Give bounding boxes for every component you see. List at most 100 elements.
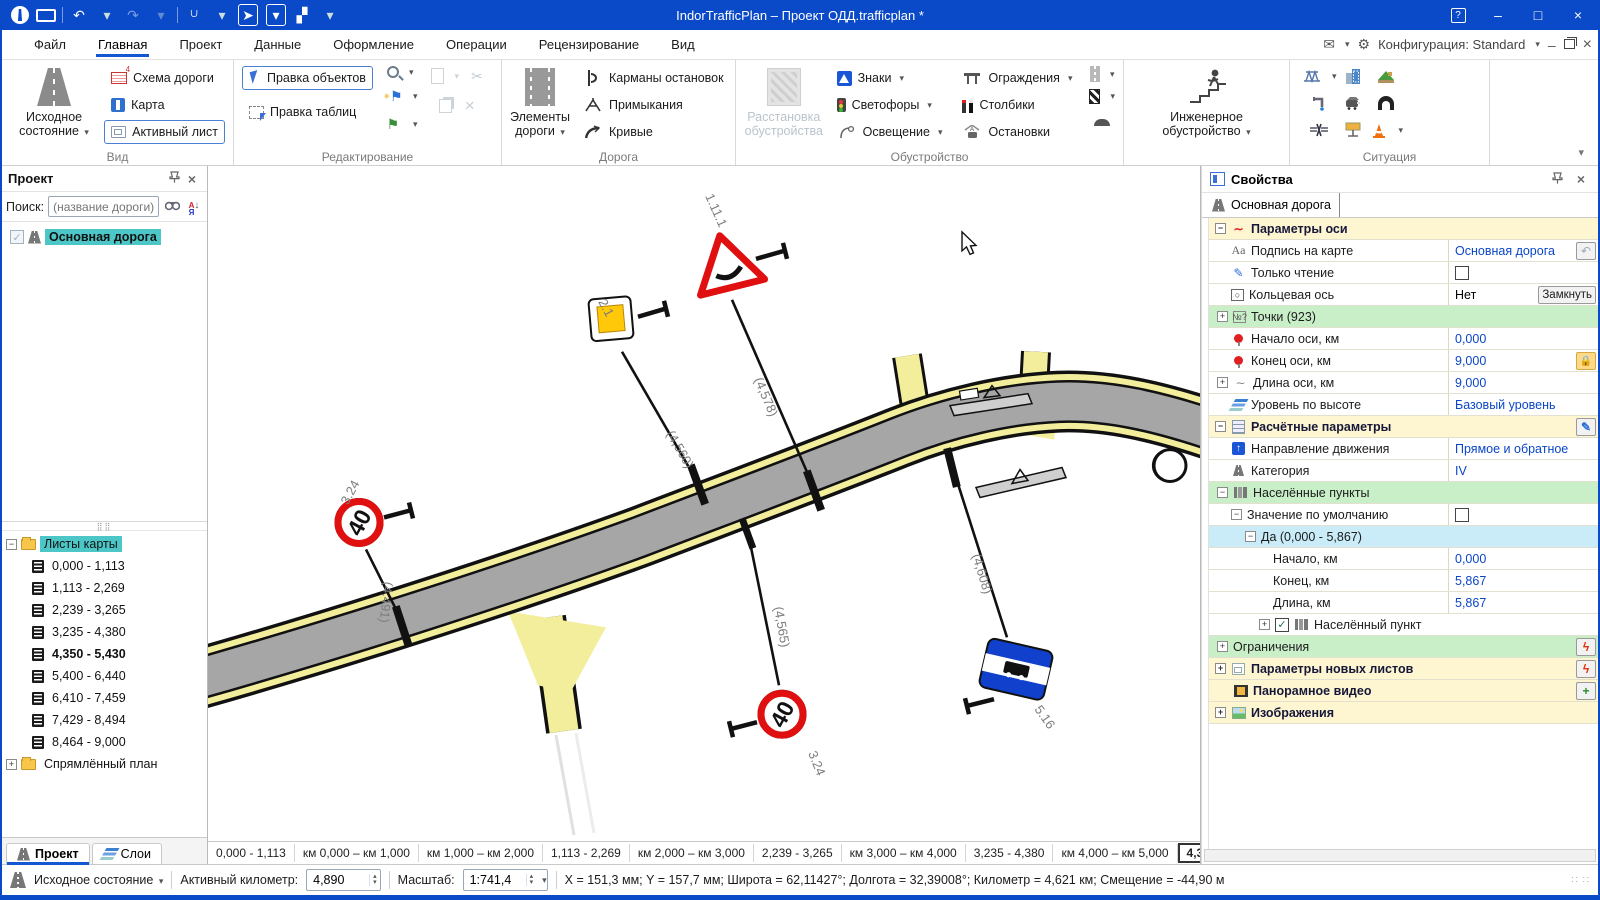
ribbon-close-button[interactable]: × <box>1583 36 1592 54</box>
land-plot-icon[interactable] <box>1376 66 1396 86</box>
help-button[interactable]: ? <box>1438 0 1478 30</box>
menu-tab-review[interactable]: Рецензирование <box>525 32 653 57</box>
engineering-equipment-button[interactable]: Инженерное обустройство ▾ <box>1137 66 1277 139</box>
menu-tab-data[interactable]: Данные <box>240 32 315 57</box>
active-km-spinner[interactable]: ▴▾ <box>306 869 381 891</box>
layout-icon[interactable]: ▞ <box>292 4 312 26</box>
minimize-button[interactable]: – <box>1478 0 1518 30</box>
property-row-height-level[interactable]: Уровень по высоте Базовый уровень <box>1209 394 1598 416</box>
property-row-default-value[interactable]: −Значение по умолчанию <box>1209 504 1598 526</box>
road-schema-button[interactable]: Схема дороги <box>104 66 225 90</box>
select-mode-icon[interactable]: ➤ <box>238 4 258 26</box>
ribbon-restore-button[interactable] <box>1564 37 1575 52</box>
menu-tab-design[interactable]: Оформление <box>319 32 428 57</box>
property-row-ring-axis[interactable]: ○Кольцевая ось Нет Замкнуть <box>1209 284 1598 306</box>
map-canvas[interactable]: 40 40 <box>208 166 1200 841</box>
cone-chevron-icon[interactable]: ▾ <box>1399 125 1404 136</box>
active-km-input[interactable] <box>313 873 365 887</box>
select-mode-chevron-icon[interactable]: ▾ <box>266 4 286 26</box>
plan-folder-row[interactable]: + Спрямлённый план <box>2 753 207 775</box>
ribbon-minimize-button[interactable]: – <box>1548 37 1556 53</box>
junctions-button[interactable]: Примыкания <box>576 93 731 117</box>
zoom-select-chevron-icon[interactable]: ▾ <box>409 67 414 78</box>
sheets-folder-row[interactable]: − Листы карты <box>2 533 207 555</box>
close-icon[interactable]: × <box>183 171 201 187</box>
speed-bump-icon[interactable] <box>1094 119 1110 126</box>
map-view-button[interactable]: Карта <box>104 93 225 117</box>
expand-icon[interactable]: + <box>1259 619 1270 630</box>
guide-sign-chevron-icon[interactable]: ▾ <box>1110 91 1115 102</box>
road-checkbox[interactable]: ✓ <box>10 230 24 244</box>
tab-layers[interactable]: Слои <box>92 843 162 864</box>
bus-stop-sign[interactable] <box>978 638 1054 701</box>
bridge-chevron-icon[interactable]: ▾ <box>1332 71 1337 82</box>
priority-road-sign[interactable] <box>569 277 653 361</box>
edit-button[interactable]: ✎ <box>1576 418 1596 436</box>
property-row-end[interactable]: Конец, км 5,867 <box>1209 570 1598 592</box>
resize-grip[interactable]: ∷ ∷ <box>1571 875 1590 886</box>
property-row-readonly[interactable]: ✎Только чтение <box>1209 262 1598 284</box>
magnet-chevron-icon[interactable]: ▾ <box>212 4 232 26</box>
sheet-item[interactable]: 5,400 - 6,440 <box>2 665 207 687</box>
magnet-icon[interactable]: ∩ <box>184 4 204 26</box>
menu-tab-home[interactable]: Главная <box>84 32 161 57</box>
property-row-caption[interactable]: AaПодпись на карте Основная дорога ↶ <box>1209 240 1598 262</box>
panel-splitter[interactable]: ⣿⣿ <box>2 522 207 531</box>
collapse-icon[interactable]: − <box>6 539 17 550</box>
posts-button[interactable]: Столбики <box>955 93 1079 117</box>
property-row-yes-range[interactable]: −Да (0,000 - 5,867) <box>1209 526 1598 548</box>
find-icon[interactable] <box>163 200 181 214</box>
billboard-icon[interactable] <box>1343 120 1363 140</box>
default-checkbox[interactable] <box>1455 508 1469 522</box>
property-row-category[interactable]: Категория IV <box>1209 460 1598 482</box>
property-row-length[interactable]: Длина, км 5,867 <box>1209 592 1598 614</box>
property-row-start[interactable]: Начало, км 0,000 <box>1209 548 1598 570</box>
scale-spinner[interactable]: ▴▾ ▾ <box>463 869 548 891</box>
menu-tab-project[interactable]: Проект <box>165 32 236 57</box>
redo-chevron-icon[interactable]: ▾ <box>151 4 171 26</box>
sheet-tab-active[interactable]: 4,350 - 5,430 <box>1178 843 1200 863</box>
qat-customize-chevron-icon[interactable]: ▾ <box>320 4 340 26</box>
property-row-points[interactable]: +№?Точки (923) <box>1209 306 1598 328</box>
property-row-restrictions[interactable]: +Ограничения ϟ <box>1209 636 1598 658</box>
tab-project[interactable]: Проект <box>6 843 90 864</box>
configuration-chevron-icon[interactable]: ▾ <box>1535 39 1540 50</box>
app-icon[interactable] <box>10 4 30 26</box>
go-flag-chevron-icon[interactable]: ▾ <box>413 119 418 130</box>
curves-button[interactable]: Кривые <box>576 120 731 144</box>
sheet-tab[interactable]: км 2,000 – км 3,000 <box>630 844 754 862</box>
dangerous-curve-sign[interactable] <box>688 228 765 295</box>
close-button[interactable]: × <box>1558 0 1598 30</box>
active-sheet-button[interactable]: Активный лист <box>104 120 225 144</box>
tunnel-icon[interactable] <box>1376 93 1396 113</box>
sheet-item[interactable]: 0,000 - 1,113 <box>2 555 207 577</box>
expand-icon[interactable]: + <box>1215 663 1226 674</box>
guide-sign-icon[interactable] <box>1089 89 1100 104</box>
property-group-axis[interactable]: −∼Параметры оси <box>1209 218 1598 240</box>
traffic-lights-button[interactable]: Светофоры▾ <box>830 93 950 117</box>
menu-tab-view[interactable]: Вид <box>657 32 709 57</box>
edit-objects-button[interactable]: Правка объектов <box>242 66 373 90</box>
horizontal-scrollbar[interactable] <box>1204 849 1596 862</box>
sheet-tab[interactable]: км 1,000 – км 2,000 <box>419 844 543 862</box>
redo-icon[interactable]: ↷ <box>123 4 143 26</box>
collapse-icon[interactable]: − <box>1215 223 1226 234</box>
lock-icon[interactable]: 🔒 <box>1576 352 1596 370</box>
property-group-video[interactable]: Панорамное видео + <box>1209 680 1598 702</box>
sheet-item[interactable]: 1,113 - 2,269 <box>2 577 207 599</box>
maximize-button[interactable]: □ <box>1518 0 1558 30</box>
new-flag-chevron-icon[interactable]: ▾ <box>413 91 418 102</box>
barriers-button[interactable]: Ограждения▾ <box>955 66 1079 90</box>
sort-icon[interactable]: АЯ↓ <box>185 197 203 216</box>
railway-icon[interactable] <box>1343 93 1363 113</box>
lighting-button[interactable]: Освещение▾ <box>830 120 950 144</box>
property-row-axis-start[interactable]: Начало оси, км 0,000 <box>1209 328 1598 350</box>
water-supply-icon[interactable] <box>1309 93 1329 113</box>
scale-chevron-icon[interactable]: ▾ <box>542 875 547 886</box>
mail-icon[interactable]: ✉ <box>1323 36 1335 53</box>
undo-icon[interactable]: ↶ <box>69 4 89 26</box>
collapse-icon[interactable]: − <box>1231 509 1242 520</box>
scale-input[interactable] <box>470 873 522 887</box>
edit-tables-button[interactable]: Правка таблиц <box>242 100 373 124</box>
bridge-icon[interactable] <box>1302 66 1322 86</box>
